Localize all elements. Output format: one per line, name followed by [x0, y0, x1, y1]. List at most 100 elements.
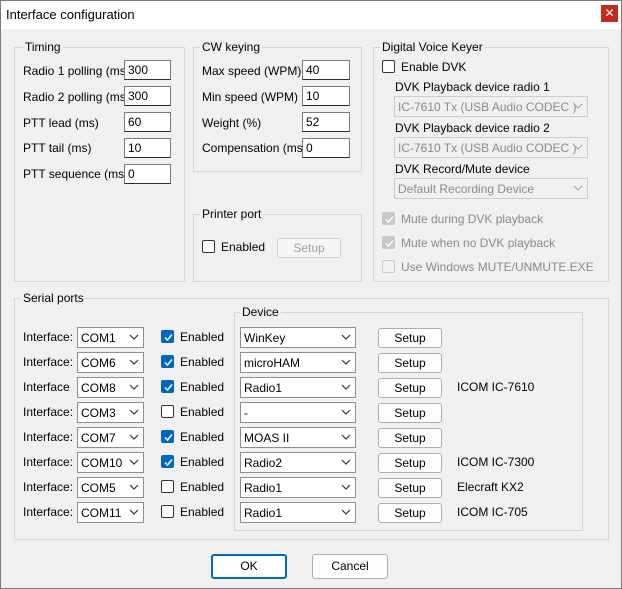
device-select[interactable]: WinKey	[240, 327, 356, 348]
com-port-select[interactable]: COM5	[77, 477, 144, 498]
device-setup-button[interactable]: Setup	[378, 328, 442, 348]
mute-no-playback-checkbox[interactable]	[382, 236, 395, 249]
device-note: ICOM IC-7300	[457, 455, 535, 469]
device-setup-button[interactable]: Setup	[378, 453, 442, 473]
checkmark-icon	[385, 216, 394, 224]
port-enabled-checkbox[interactable]	[161, 480, 174, 493]
com-port-select[interactable]: COM7	[77, 427, 144, 448]
ptt-lead-input[interactable]: 60	[124, 112, 171, 132]
device-select[interactable]: microHAM	[240, 352, 356, 373]
ptt-tail-input[interactable]: 10	[124, 138, 171, 158]
device-value: -	[244, 406, 248, 420]
interface-label: Interface:	[23, 330, 74, 344]
interface-label: Interface:	[23, 480, 74, 494]
dvk-playback1-value: IC-7610 Tx (USB Audio CODEC )	[398, 100, 577, 114]
port-enabled-checkbox[interactable]	[161, 430, 174, 443]
device-select[interactable]: Radio1	[240, 377, 356, 398]
enable-dvk-label: Enable DVK	[401, 60, 467, 74]
chevron-down-icon	[573, 144, 583, 150]
port-enabled-checkbox[interactable]	[161, 380, 174, 393]
com-port-select[interactable]: COM8	[77, 377, 144, 398]
radio1-polling-input[interactable]: 300	[124, 60, 171, 80]
max-speed-label: Max speed (WPM)	[202, 64, 302, 78]
device-select[interactable]: Radio2	[240, 452, 356, 473]
chevron-down-icon	[129, 384, 139, 390]
interface-label: Interface:	[23, 355, 74, 369]
com-port-value: COM7	[81, 431, 116, 445]
chevron-down-icon	[573, 185, 583, 191]
compensation-input[interactable]: 0	[302, 138, 350, 158]
weight-label: Weight (%)	[202, 116, 262, 130]
com-port-value: COM10	[81, 456, 123, 470]
device-group-title: Device	[240, 305, 281, 319]
port-enabled-checkbox[interactable]	[161, 355, 174, 368]
chevron-down-icon	[341, 484, 351, 490]
device-setup-button[interactable]: Setup	[378, 503, 442, 523]
device-setup-button[interactable]: Setup	[378, 478, 442, 498]
com-port-select[interactable]: COM11	[77, 502, 144, 523]
chevron-down-icon	[573, 103, 583, 109]
mute-during-playback-checkbox[interactable]	[382, 212, 395, 225]
dvk-playback1-select[interactable]: IC-7610 Tx (USB Audio CODEC )	[394, 96, 588, 117]
ptt-sequence-input[interactable]: 0	[124, 164, 171, 184]
chevron-down-icon	[129, 409, 139, 415]
printer-setup-button[interactable]: Setup	[277, 238, 341, 258]
device-note: ICOM IC-7610	[457, 380, 535, 394]
device-setup-button[interactable]: Setup	[378, 428, 442, 448]
port-enabled-label: Enabled	[180, 455, 225, 469]
port-enabled-checkbox[interactable]	[161, 505, 174, 518]
windows-mute-label: Use Windows MUTE/UNMUTE.EXE	[401, 260, 594, 274]
chevron-down-icon	[129, 509, 139, 515]
checkmark-icon	[164, 359, 173, 367]
interface-label: Interface:	[23, 455, 74, 469]
device-select[interactable]: Radio1	[240, 502, 356, 523]
device-note: ICOM IC-705	[457, 505, 528, 519]
device-select[interactable]: Radio1	[240, 477, 356, 498]
interface-label: Interface:	[23, 430, 74, 444]
chevron-down-icon	[129, 459, 139, 465]
checkmark-icon	[164, 334, 173, 342]
min-speed-label: Min speed (WPM)	[202, 90, 299, 104]
dvk-record-select[interactable]: Default Recording Device	[394, 178, 588, 199]
device-setup-button[interactable]: Setup	[378, 353, 442, 373]
port-enabled-checkbox[interactable]	[161, 405, 174, 418]
port-enabled-checkbox[interactable]	[161, 455, 174, 468]
ok-button[interactable]: OK	[211, 554, 287, 579]
timing-group-title: Timing	[23, 40, 63, 54]
device-select[interactable]: -	[240, 402, 356, 423]
device-select[interactable]: MOAS II	[240, 427, 356, 448]
radio2-polling-input[interactable]: 300	[124, 86, 171, 106]
chevron-down-icon	[129, 359, 139, 365]
port-enabled-label: Enabled	[180, 505, 225, 519]
com-port-select[interactable]: COM1	[77, 327, 144, 348]
device-note: Elecraft KX2	[457, 480, 524, 494]
min-speed-input[interactable]: 10	[302, 86, 350, 106]
mute-no-playback-label: Mute when no DVK playback	[401, 236, 556, 250]
device-value: Radio1	[244, 381, 283, 395]
windows-mute-checkbox[interactable]	[382, 260, 395, 273]
com-port-value: COM5	[81, 481, 116, 495]
device-setup-button[interactable]: Setup	[378, 378, 442, 398]
chevron-down-icon	[341, 434, 351, 440]
port-enabled-label: Enabled	[180, 330, 225, 344]
cancel-button[interactable]: Cancel	[312, 554, 388, 579]
device-value: microHAM	[244, 356, 300, 370]
max-speed-input[interactable]: 40	[302, 60, 350, 80]
com-port-select[interactable]: COM10	[77, 452, 144, 473]
printer-enabled-checkbox[interactable]	[202, 240, 215, 253]
mute-during-playback-label: Mute during DVK playback	[401, 212, 544, 226]
dvk-record-label: DVK Record/Mute device	[395, 162, 530, 176]
device-value: Radio1	[244, 481, 283, 495]
port-enabled-checkbox[interactable]	[161, 330, 174, 343]
serial-ports-group-title: Serial ports	[21, 291, 86, 305]
com-port-select[interactable]: COM6	[77, 352, 144, 373]
device-setup-button[interactable]: Setup	[378, 403, 442, 423]
close-button[interactable]: ✕	[601, 5, 618, 22]
com-port-value: COM8	[81, 381, 116, 395]
com-port-select[interactable]: COM3	[77, 402, 144, 423]
dvk-playback2-select[interactable]: IC-7610 Tx (USB Audio CODEC )	[394, 137, 588, 158]
checkmark-icon	[164, 384, 173, 392]
chevron-down-icon	[129, 434, 139, 440]
weight-input[interactable]: 52	[302, 112, 350, 132]
enable-dvk-checkbox[interactable]	[382, 60, 395, 73]
